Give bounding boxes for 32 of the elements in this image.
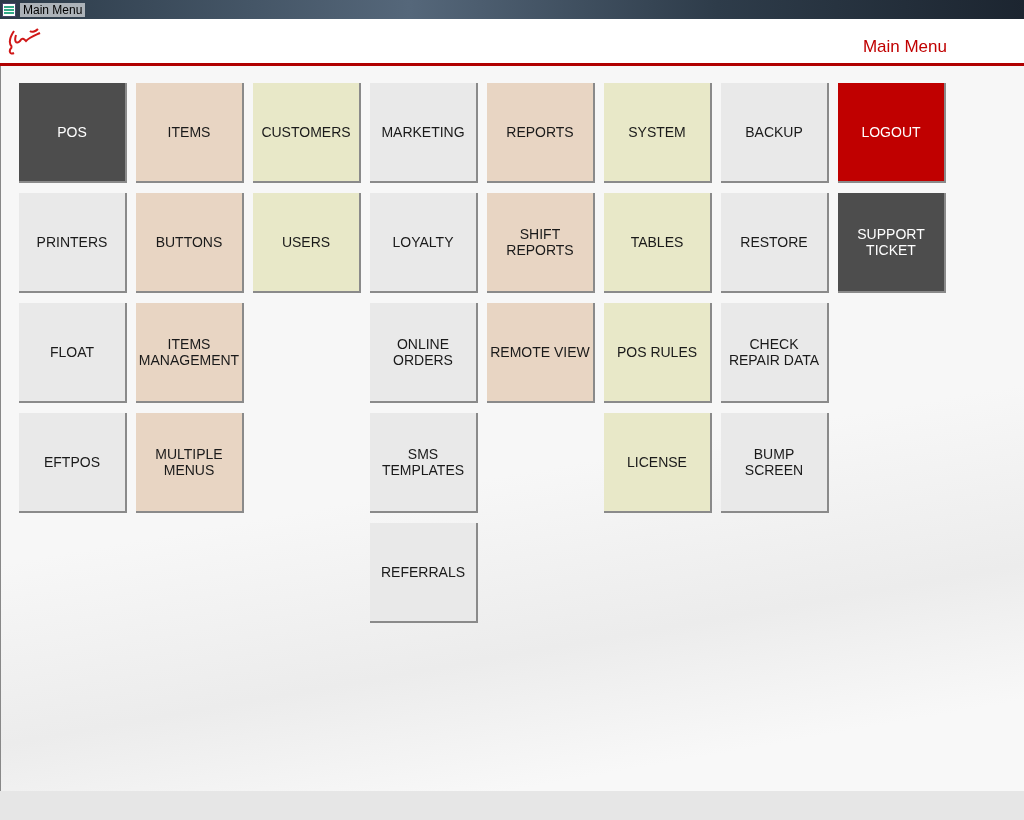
header-title: Main Menu — [862, 37, 947, 57]
menu-tile-button[interactable]: POS RULES — [604, 303, 712, 403]
menu-tile-button[interactable]: MARKETING — [370, 83, 478, 183]
menu-tile-button[interactable]: RESTORE — [721, 193, 829, 293]
menu-tile-button[interactable]: BACKUP — [721, 83, 829, 183]
logo-icon — [6, 25, 42, 57]
window-menu-icon — [2, 2, 16, 17]
menu-tile-button[interactable]: USERS — [253, 193, 361, 293]
menu-tile-button[interactable]: LOGOUT — [838, 83, 946, 183]
menu-tile-button[interactable]: BUMP SCREEN — [721, 413, 829, 513]
menu-tile-button[interactable]: CHECK REPAIR DATA — [721, 303, 829, 403]
menu-tile-button[interactable]: ITEMS MANAGEMENT — [136, 303, 244, 403]
menu-tile-button[interactable]: SUPPORT TICKET — [838, 193, 946, 293]
menu-tile-button[interactable]: LICENSE — [604, 413, 712, 513]
menu-tile-button[interactable]: ONLINE ORDERS — [370, 303, 478, 403]
menu-tile-button[interactable]: ITEMS — [136, 83, 244, 183]
menu-tile-button[interactable]: REFERRALS — [370, 523, 478, 623]
menu-tile-button[interactable]: BUTTONS — [136, 193, 244, 293]
menu-tile-button[interactable]: CUSTOMERS — [253, 83, 361, 183]
menu-tile-button[interactable]: REMOTE VIEW — [487, 303, 595, 403]
menu-tile-button[interactable]: EFTPOS — [19, 413, 127, 513]
window-title: Main Menu — [20, 2, 86, 17]
menu-tile-button[interactable]: MULTIPLE MENUS — [136, 413, 244, 513]
menu-tile-button[interactable]: TABLES — [604, 193, 712, 293]
menu-tile-button[interactable]: LOYALTY — [370, 193, 478, 293]
menu-tile-button[interactable]: SMS TEMPLATES — [370, 413, 478, 513]
menu-tile-button[interactable]: SHIFT REPORTS — [487, 193, 595, 293]
menu-tile-button[interactable]: FLOAT — [19, 303, 127, 403]
menu-tile-button[interactable]: SYSTEM — [604, 83, 712, 183]
menu-tile-button[interactable]: PRINTERS — [19, 193, 127, 293]
menu-tile-button[interactable]: POS — [19, 83, 127, 183]
menu-tile-button[interactable]: REPORTS — [487, 83, 595, 183]
